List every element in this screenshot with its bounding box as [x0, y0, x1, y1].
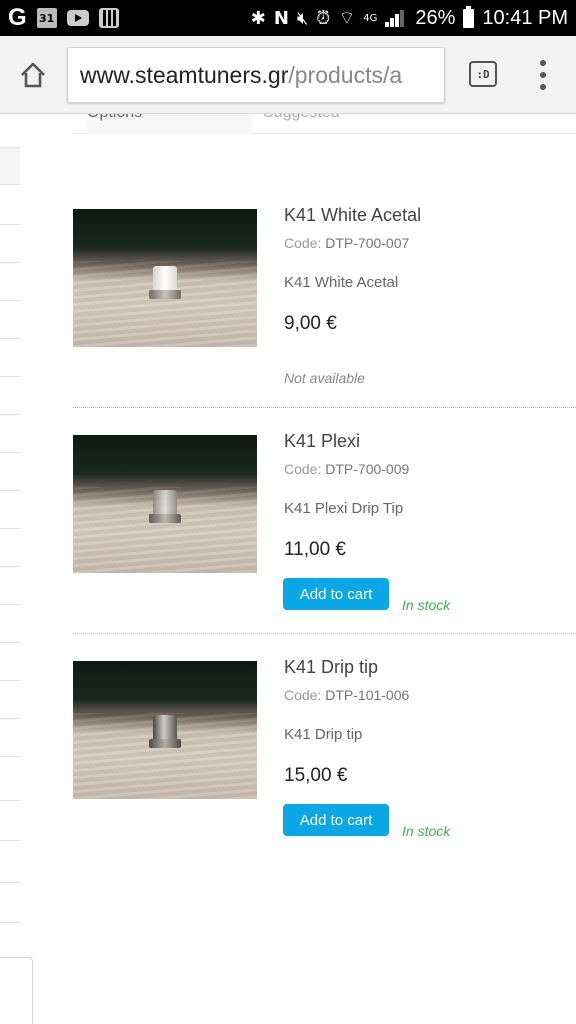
product-title[interactable]: K41 Drip tip — [284, 657, 378, 678]
product-description: K41 Drip tip — [284, 726, 363, 743]
menu-button[interactable] — [530, 60, 556, 90]
mute-icon: 🔇︎ — [296, 7, 309, 29]
drip-tip-shape — [153, 715, 177, 741]
wifi-icon: ⌔ — [338, 7, 356, 29]
product-description: K41 Plexi Drip Tip — [284, 500, 404, 517]
url-field[interactable]: www.steamtuners.gr/products/a — [67, 47, 445, 103]
product-code: Code: DTP-700-007 — [284, 235, 410, 251]
product-price: 11,00 € — [284, 539, 346, 560]
product-code: Code: DTP-700-009 — [284, 461, 410, 477]
home-button[interactable] — [14, 56, 52, 94]
product-image[interactable] — [73, 435, 257, 573]
side-menu-header[interactable] — [0, 147, 20, 185]
product-title[interactable]: K41 Plexi — [284, 431, 360, 452]
availability-status: In stock — [402, 823, 451, 839]
add-to-cart-button[interactable]: Add to cart — [283, 578, 389, 610]
calendar-icon: 31 — [36, 8, 57, 28]
side-menu-box[interactable] — [0, 957, 33, 1024]
side-menu-rail — [0, 114, 33, 1024]
menu-icon — [540, 60, 546, 66]
product-item: K41 Plexi Code: DTP-700-009 K41 Plexi Dr… — [73, 431, 576, 634]
google-icon: G — [8, 4, 27, 31]
status-bar: G 31 ✱ N 🔇︎ ⏰︎ ⌔ 4G 26% 10:41 PM — [0, 0, 576, 36]
url-path: /products/a — [288, 62, 403, 88]
product-item: K41 Drip tip Code: DTP-101-006 K41 Drip … — [73, 657, 576, 860]
product-code: Code: DTP-101-006 — [284, 687, 410, 703]
youtube-icon — [66, 10, 89, 26]
browser-toolbar: www.steamtuners.gr/products/a :D — [0, 36, 576, 114]
availability-status: Not available — [284, 370, 365, 386]
battery-percent: 26% — [415, 6, 456, 29]
availability-status: In stock — [402, 597, 451, 613]
bluetooth-icon: ✱ — [250, 7, 266, 29]
home-icon — [21, 62, 45, 88]
product-price: 9,00 € — [284, 313, 337, 334]
options-value[interactable]: Suggested — [263, 114, 340, 122]
options-row: Options Suggested — [73, 114, 576, 134]
product-item: K41 White Acetal Code: DTP-700-007 K41 W… — [73, 205, 576, 408]
add-to-cart-button[interactable]: Add to cart — [283, 804, 389, 836]
tabs-button[interactable]: :D — [469, 61, 497, 87]
product-price: 15,00 € — [284, 765, 348, 786]
clock-time: 10:41 PM — [482, 6, 568, 29]
url-domain: www.steamtuners.gr — [80, 62, 289, 88]
nfc-icon: N — [273, 7, 289, 29]
signal-icon — [385, 9, 407, 27]
product-image[interactable] — [73, 209, 257, 347]
alarm-icon: ⏰︎ — [316, 7, 331, 29]
product-title[interactable]: K41 White Acetal — [284, 205, 421, 226]
options-label: Options — [87, 114, 252, 134]
product-description: K41 White Acetal — [284, 274, 399, 291]
product-image[interactable] — [73, 661, 257, 799]
battery-icon — [463, 5, 475, 28]
drip-tip-shape — [153, 490, 177, 516]
calendar-grid-icon — [98, 8, 119, 28]
drip-tip-shape — [153, 266, 177, 292]
tabs-icon: :D — [476, 67, 490, 81]
page-content: Options Suggested K41 White Acetal Code:… — [0, 114, 576, 1024]
network-type: 4G — [363, 12, 378, 24]
